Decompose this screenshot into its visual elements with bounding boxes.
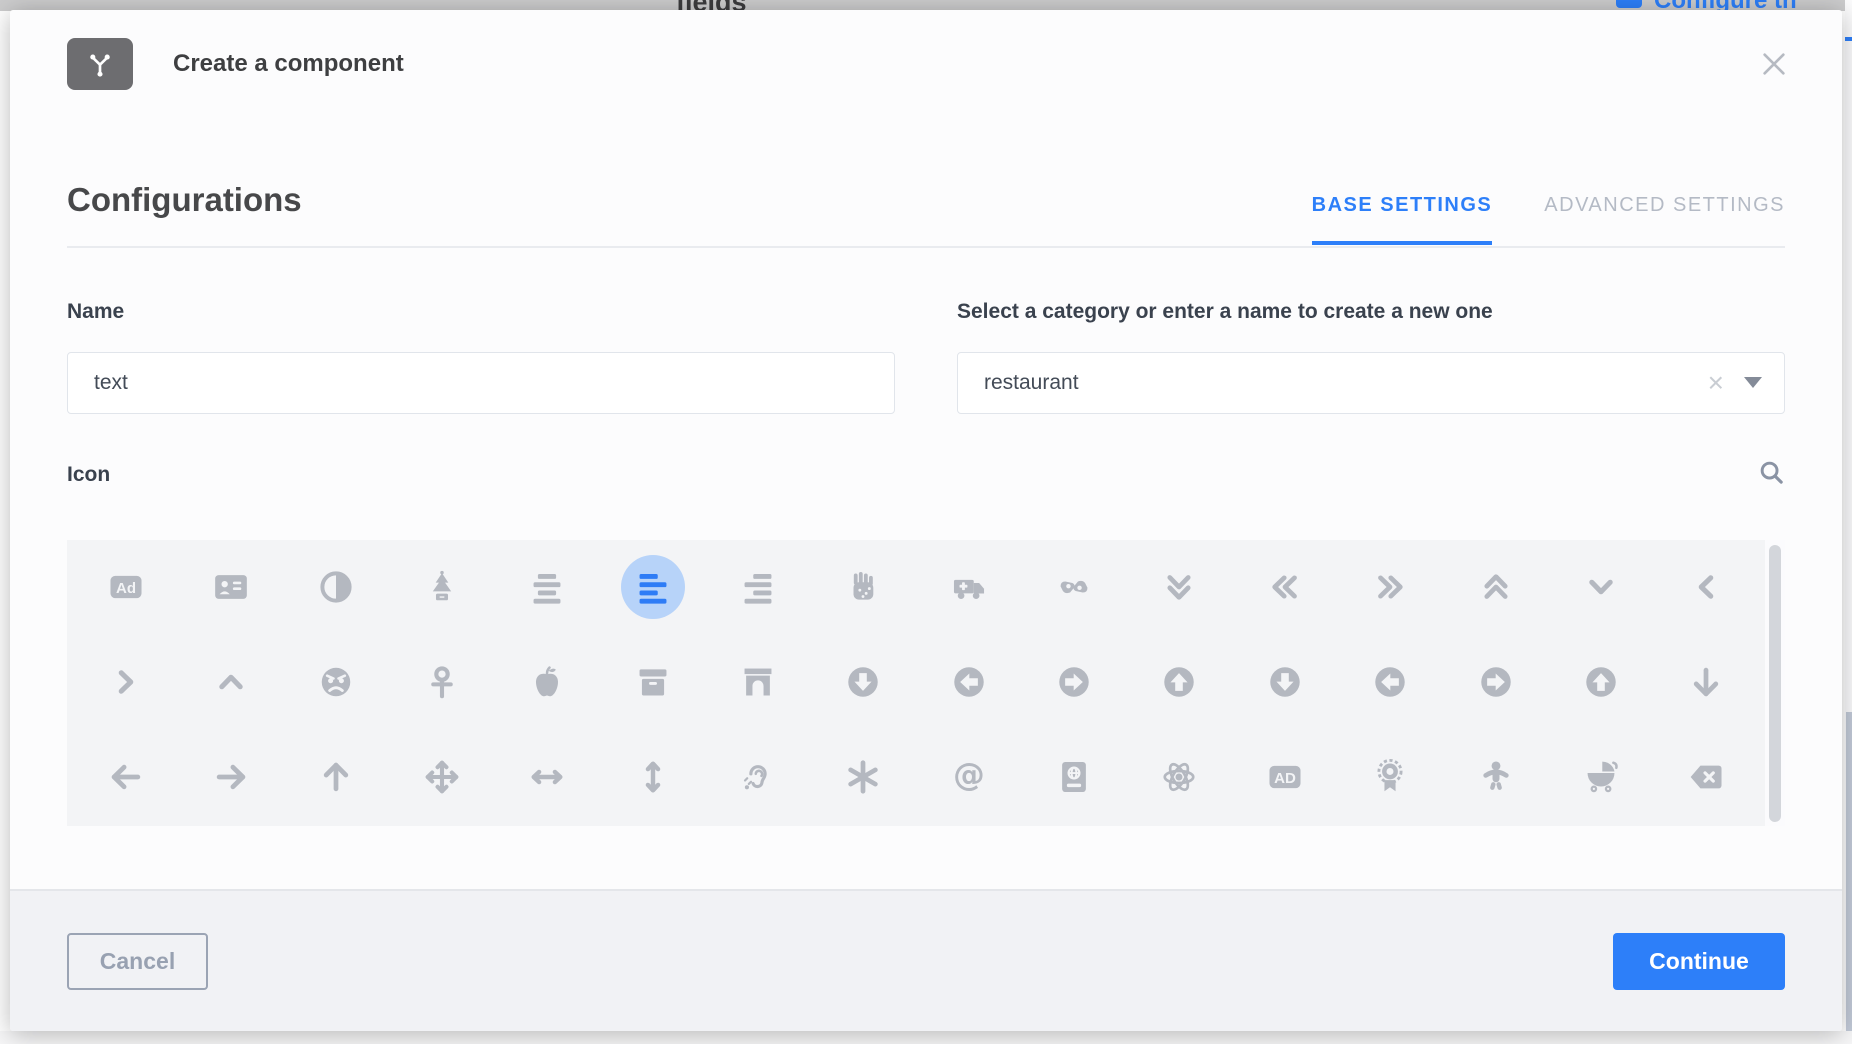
- icon-option-at[interactable]: @: [937, 745, 1001, 809]
- category-select[interactable]: restaurant ×: [957, 352, 1785, 414]
- icon-option-angle-double-down[interactable]: [1147, 555, 1211, 619]
- icon-option-arrow-up[interactable]: [304, 745, 368, 809]
- svg-text:@: @: [953, 758, 985, 794]
- icon-option-ankh[interactable]: [410, 650, 474, 714]
- icon-option-baby-carriage[interactable]: [1569, 745, 1633, 809]
- icon-option-apple-alt[interactable]: [515, 650, 579, 714]
- background-link-icon: [1616, 0, 1642, 8]
- form-fields: Name Select a category or enter a name t…: [67, 298, 1785, 414]
- background-page-bottom: [0, 1031, 1852, 1044]
- continue-button[interactable]: Continue: [1613, 933, 1785, 990]
- icon-grid: Ad @ AD: [73, 540, 1759, 826]
- icon-option-arrow-down[interactable]: [1674, 650, 1738, 714]
- icon-option-align-right[interactable]: [726, 555, 790, 619]
- icon-option-angle-double-right[interactable]: [1358, 555, 1422, 619]
- icon-option-angle-double-up[interactable]: [1464, 555, 1528, 619]
- icon-option-american-sign-language-interpreting[interactable]: [1042, 555, 1106, 619]
- modal-header: Create a component: [10, 10, 1842, 118]
- icon-option-audio-description[interactable]: AD: [1253, 745, 1317, 809]
- create-component-modal: Create a component Configurations BASE S…: [10, 10, 1842, 1031]
- icon-option-angle-down[interactable]: [1569, 555, 1633, 619]
- section-header: Configurations BASE SETTINGS ADVANCED SE…: [67, 180, 1785, 248]
- icon-option-align-left[interactable]: [621, 555, 685, 619]
- name-input[interactable]: [67, 352, 895, 414]
- icon-option-angle-right[interactable]: [94, 650, 158, 714]
- icon-option-archive[interactable]: [621, 650, 685, 714]
- icon-option-asterisk[interactable]: [831, 745, 895, 809]
- icon-option-angle-double-left[interactable]: [1253, 555, 1317, 619]
- close-icon[interactable]: [1758, 48, 1790, 80]
- page-title: Configurations: [67, 180, 302, 220]
- search-icon[interactable]: [1758, 459, 1785, 491]
- name-label: Name: [67, 298, 895, 326]
- icon-option-arrow-alt-circle-down[interactable]: [831, 650, 895, 714]
- background-page-right: [1845, 0, 1852, 1044]
- icon-option-angle-up[interactable]: [199, 650, 263, 714]
- tab-base-settings[interactable]: BASE SETTINGS: [1312, 194, 1493, 243]
- caret-down-icon[interactable]: [1744, 377, 1762, 388]
- icon-picker-panel: Ad @ AD: [67, 540, 1785, 826]
- icon-option-arrow-left[interactable]: [94, 745, 158, 809]
- icon-option-angry[interactable]: [304, 650, 368, 714]
- icon-option-arrow-circle-up[interactable]: [1569, 650, 1633, 714]
- category-field-group: Select a category or enter a name to cre…: [957, 298, 1785, 414]
- icon-option-arrows-alt[interactable]: [410, 745, 474, 809]
- icon-option-arrow-alt-circle-left[interactable]: [937, 650, 1001, 714]
- icon-grid-scrollbar: [1765, 540, 1785, 826]
- icon-option-arrow-circle-down[interactable]: [1253, 650, 1317, 714]
- icon-option-arrow-right[interactable]: [199, 745, 263, 809]
- svg-text:Ad: Ad: [116, 580, 136, 597]
- category-label: Select a category or enter a name to cre…: [957, 298, 1785, 326]
- icon-option-assistive-listening-systems[interactable]: [726, 745, 790, 809]
- screen: fields Configure th Create a component C…: [0, 0, 1852, 1044]
- icon-option-arrows-alt-v[interactable]: [621, 745, 685, 809]
- icon-option-ambulance[interactable]: [937, 555, 1001, 619]
- icon-option-air-freshener[interactable]: [410, 555, 474, 619]
- icon-option-arrow-circle-left[interactable]: [1358, 650, 1422, 714]
- modal-body: Configurations BASE SETTINGS ADVANCED SE…: [10, 118, 1842, 889]
- icon-picker-header: Icon: [67, 460, 1785, 490]
- modal-footer: Cancel Continue: [10, 889, 1842, 1031]
- cancel-button[interactable]: Cancel: [67, 933, 208, 990]
- icon-option-backspace[interactable]: [1674, 745, 1738, 809]
- icon-option-address-card[interactable]: [199, 555, 263, 619]
- background-blue-line: [1845, 37, 1852, 41]
- icon-option-adjust[interactable]: [304, 555, 368, 619]
- icon-option-ad[interactable]: Ad: [94, 555, 158, 619]
- tab-advanced-settings[interactable]: ADVANCED SETTINGS: [1544, 194, 1785, 243]
- scrollbar-thumb[interactable]: [1769, 545, 1781, 822]
- icon-option-align-center[interactable]: [515, 555, 579, 619]
- category-selected-value: restaurant: [984, 371, 1708, 395]
- icon-option-atom[interactable]: [1147, 745, 1211, 809]
- icon-option-arrow-alt-circle-right[interactable]: [1042, 650, 1106, 714]
- icon-option-arrow-circle-right[interactable]: [1464, 650, 1528, 714]
- icon-option-arrow-alt-circle-up[interactable]: [1147, 650, 1211, 714]
- modal-title: Create a component: [173, 50, 404, 78]
- icon-label: Icon: [67, 461, 110, 489]
- icon-option-archway[interactable]: [726, 650, 790, 714]
- component-icon: [67, 38, 133, 90]
- background-page-scrollbar: [1846, 712, 1852, 1032]
- icon-option-angle-left[interactable]: [1674, 555, 1738, 619]
- svg-text:AD: AD: [1274, 770, 1296, 787]
- icon-option-atlas[interactable]: [1042, 745, 1106, 809]
- icon-option-allergies[interactable]: [831, 555, 895, 619]
- icon-option-arrows-alt-h[interactable]: [515, 745, 579, 809]
- icon-option-award[interactable]: [1358, 745, 1422, 809]
- name-field-group: Name: [67, 298, 895, 414]
- icon-option-baby[interactable]: [1464, 745, 1528, 809]
- settings-tabs: BASE SETTINGS ADVANCED SETTINGS: [1312, 194, 1785, 217]
- clear-icon[interactable]: ×: [1708, 369, 1724, 397]
